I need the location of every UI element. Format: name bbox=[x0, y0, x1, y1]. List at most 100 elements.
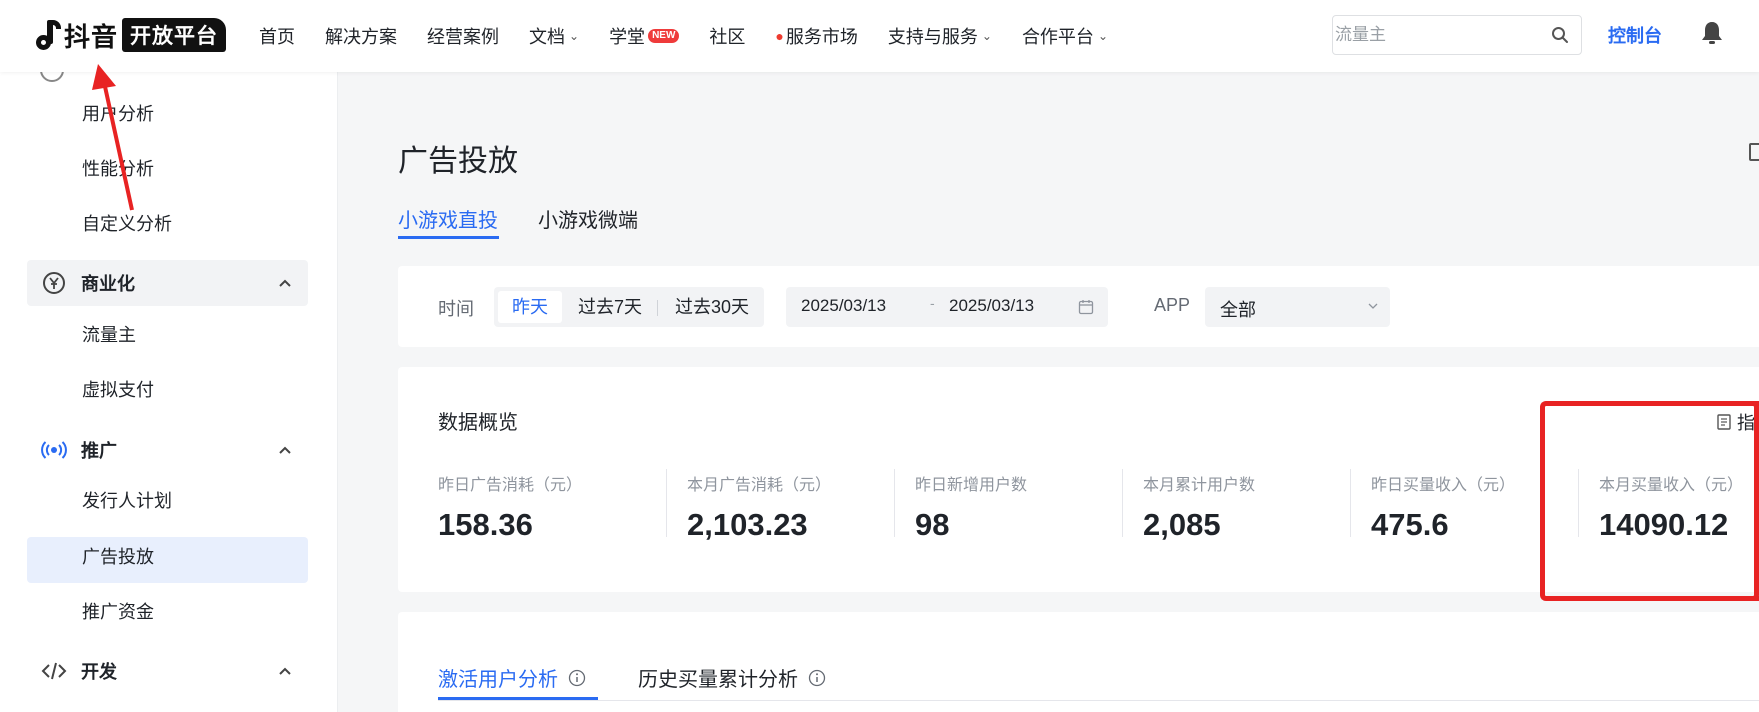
code-icon bbox=[41, 658, 67, 684]
metric-label: 昨日广告消耗（元） bbox=[438, 477, 583, 494]
page-title: 广告投放 bbox=[398, 145, 518, 178]
sidebar-group-promotion[interactable]: 推广 bbox=[27, 427, 308, 473]
metric-divider bbox=[666, 469, 667, 537]
metric-value: 475.6 bbox=[1371, 507, 1449, 542]
time-option-7-days[interactable]: 过去7天 bbox=[570, 287, 650, 327]
metric-label: 昨日买量收入（元） bbox=[1371, 477, 1516, 494]
time-option-30-days[interactable]: 过去30天 bbox=[664, 287, 760, 327]
metric-yesterday-purchase-revenue: 昨日买量收入（元） 475.6 bbox=[1371, 471, 1515, 543]
filter-bar: 时间 昨天 过去7天 过去30天 2025/03/13 - 2025/03/13… bbox=[398, 266, 1759, 347]
sidebar-active-highlight bbox=[27, 537, 308, 583]
time-option-yesterday[interactable]: 昨天 bbox=[498, 291, 562, 323]
document-icon[interactable] bbox=[1749, 143, 1759, 161]
nav-partner[interactable]: 合作平台 ⌄ bbox=[1022, 23, 1108, 49]
sidebar: 用户分析 性能分析 自定义分析 商业化 流量主 虚拟支付 推广 发行人计划 广告… bbox=[0, 72, 338, 712]
chevron-up-icon bbox=[279, 446, 291, 454]
new-badge: NEW bbox=[648, 29, 680, 43]
sidebar-item-promotion-funds[interactable]: 推广资金 bbox=[82, 598, 154, 624]
yen-icon bbox=[41, 270, 67, 296]
time-label: 时间 bbox=[438, 299, 474, 319]
nav-partner-label: 合作平台 bbox=[1021, 27, 1094, 47]
chevron-down-icon: ⌄ bbox=[981, 29, 992, 43]
nav-academy-label: 学堂 bbox=[609, 27, 646, 47]
search-icon[interactable] bbox=[1551, 26, 1569, 44]
metric-yesterday-ad-spend: 昨日广告消耗（元） 158.36 bbox=[438, 471, 582, 543]
metric-label: 昨日新增用户数 bbox=[915, 477, 1028, 494]
douyin-note-icon bbox=[36, 18, 61, 52]
nav-home-label: 首页 bbox=[259, 27, 295, 47]
tab-historical-purchase-analysis[interactable]: 历史买量累计分析 bbox=[638, 663, 826, 692]
console-link[interactable]: 控制台 bbox=[1608, 22, 1662, 48]
nav-service-market[interactable]: ● 服务市场 bbox=[775, 23, 857, 49]
sidebar-group-label: 商业化 bbox=[81, 274, 135, 294]
chevron-down-icon: ⌄ bbox=[1097, 29, 1108, 43]
nav-academy[interactable]: 学堂 NEW bbox=[609, 23, 680, 49]
tabs-baseline bbox=[438, 700, 1759, 701]
app-select-value: 全部 bbox=[1220, 300, 1256, 320]
bell-icon[interactable] bbox=[1700, 20, 1724, 46]
annotation-highlight-box bbox=[1540, 401, 1759, 601]
search-input[interactable] bbox=[1333, 16, 1533, 54]
sidebar-group-development[interactable]: 开发 bbox=[27, 648, 308, 694]
nav-solutions-label: 解决方案 bbox=[325, 27, 397, 47]
info-icon[interactable] bbox=[568, 669, 586, 687]
nav-community[interactable]: 社区 bbox=[709, 23, 745, 49]
sidebar-group-label: 推广 bbox=[81, 441, 117, 461]
app-label: APP bbox=[1154, 295, 1191, 315]
info-icon[interactable] bbox=[808, 669, 826, 687]
metric-divider bbox=[1122, 469, 1123, 537]
brand-name: 抖音 bbox=[64, 21, 119, 52]
sidebar-item-traffic-owner[interactable]: 流量主 bbox=[82, 321, 136, 347]
metric-yesterday-new-users: 昨日新增用户数 98 bbox=[915, 471, 1027, 543]
main-menu: 首页 解决方案 经营案例 文档 ⌄ 学堂 NEW 社区 ● 服务市场 支持与服务 ⌄ 合… bbox=[259, 0, 1138, 72]
active-tab-underline bbox=[398, 236, 499, 239]
metric-label: 本月累计用户数 bbox=[1143, 477, 1256, 494]
tab-mini-game-direct[interactable]: 小游戏直投 bbox=[398, 204, 498, 233]
app-select[interactable]: 全部 bbox=[1205, 287, 1390, 327]
date-separator: - bbox=[930, 295, 935, 311]
tab-label: 激活用户分析 bbox=[438, 669, 558, 691]
date-start: 2025/03/13 bbox=[801, 296, 887, 315]
tab-label: 历史买量累计分析 bbox=[638, 669, 798, 691]
analysis-card: 激活用户分析 历史买量累计分析 bbox=[398, 612, 1759, 712]
nav-support[interactable]: 支持与服务 ⌄ bbox=[888, 23, 992, 49]
sidebar-group-label: 开发 bbox=[81, 662, 117, 682]
metric-value: 158.36 bbox=[438, 507, 533, 542]
active-tab-underline bbox=[438, 697, 598, 700]
metric-value: 2,103.23 bbox=[687, 507, 808, 542]
metric-divider bbox=[1350, 469, 1351, 537]
tab-activated-user-analysis[interactable]: 激活用户分析 bbox=[438, 663, 586, 692]
nav-docs[interactable]: 文档 ⌄ bbox=[529, 23, 579, 49]
analytics-icon bbox=[40, 72, 64, 82]
sidebar-item-virtual-payment[interactable]: 虚拟支付 bbox=[82, 376, 154, 402]
date-range-picker[interactable]: 2025/03/13 - 2025/03/13 bbox=[786, 287, 1108, 327]
time-range-selector: 昨天 过去7天 过去30天 bbox=[494, 287, 764, 327]
chevron-down-icon bbox=[1368, 303, 1378, 309]
douyin-open-platform-logo[interactable]: 抖音 开放平台 bbox=[36, 16, 227, 54]
fire-icon: ● bbox=[775, 28, 784, 44]
metric-month-ad-spend: 本月广告消耗（元） 2,103.23 bbox=[687, 471, 831, 543]
nav-docs-label: 文档 bbox=[529, 27, 565, 47]
sidebar-item-ad-delivery[interactable]: 广告投放 bbox=[82, 543, 154, 569]
sidebar-group-commercialization[interactable]: 商业化 bbox=[27, 260, 308, 306]
nav-service-market-label: 服务市场 bbox=[785, 27, 858, 47]
broadcast-icon bbox=[41, 437, 67, 463]
nav-support-label: 支持与服务 bbox=[887, 27, 978, 47]
date-end: 2025/03/13 bbox=[949, 296, 1035, 315]
divider bbox=[657, 300, 658, 316]
calendar-icon bbox=[1078, 300, 1094, 315]
metric-value: 2,085 bbox=[1143, 507, 1221, 542]
search-box bbox=[1332, 15, 1582, 55]
tab-mini-game-micro[interactable]: 小游戏微端 bbox=[538, 204, 638, 233]
nav-home[interactable]: 首页 bbox=[259, 23, 295, 49]
chevron-up-icon bbox=[279, 279, 291, 287]
annotation-arrow bbox=[92, 64, 134, 211]
nav-solutions[interactable]: 解决方案 bbox=[325, 23, 397, 49]
nav-cases[interactable]: 经营案例 bbox=[427, 23, 499, 49]
sidebar-item-publisher-plan[interactable]: 发行人计划 bbox=[82, 487, 172, 513]
chevron-down-icon: ⌄ bbox=[569, 29, 580, 43]
overview-title: 数据概览 bbox=[438, 412, 518, 434]
brand-badge: 开放平台 bbox=[122, 18, 227, 52]
nav-community-label: 社区 bbox=[709, 27, 746, 47]
metric-value: 98 bbox=[915, 507, 950, 542]
